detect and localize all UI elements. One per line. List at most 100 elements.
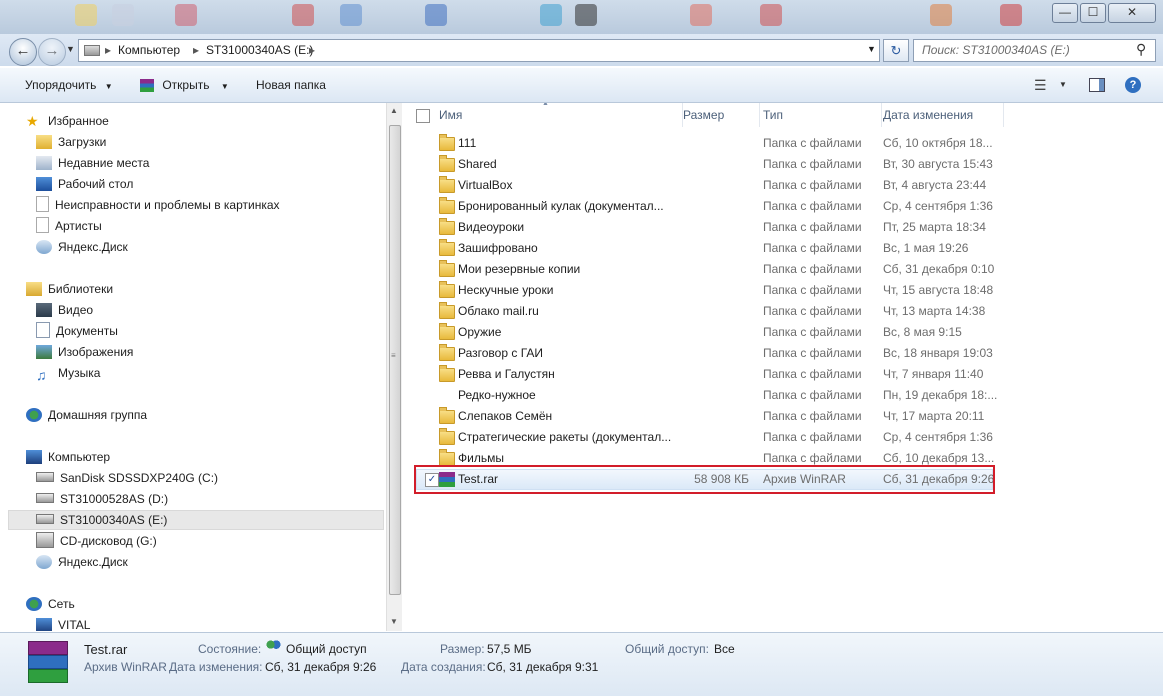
folder-icon — [439, 428, 455, 445]
selection-highlight-box — [414, 465, 995, 494]
file-name: Ревва и Галустян — [458, 367, 555, 381]
yandex-disk-icon — [36, 240, 52, 254]
column-header-type[interactable]: Тип — [757, 103, 882, 127]
homegroup-icon — [26, 408, 42, 422]
address-bar: ← → ▼ ▸ Компьютер ▸ ST31000340AS (E:) ▸ … — [0, 34, 1163, 66]
breadcrumb-drive[interactable]: ST31000340AS (E:) — [206, 43, 313, 57]
file-row[interactable]: Стратегические ракеты (документал... Папк… — [403, 427, 1003, 448]
nav-item-drive-d[interactable]: ST31000528AS (D:) — [36, 489, 168, 509]
taskbar-app-icon — [292, 4, 314, 26]
file-row[interactable]: Редко-нужное Папка с файлами Пн, 19 декабр… — [403, 385, 1003, 406]
file-row[interactable]: Разговор с ГАИ Папка с файлами Вс, 18 янва… — [403, 343, 1003, 364]
file-row[interactable]: Видеоуроки Папка с файлами Пт, 25 марта 18… — [403, 217, 1003, 238]
file-row[interactable]: Shared Папка с файлами Вт, 30 августа 15:4… — [403, 154, 1003, 175]
file-date: Пн, 19 декабря 18:... — [883, 388, 998, 402]
file-row[interactable]: Ревва и Галустян Папка с файлами Чт, 7 янв… — [403, 364, 1003, 385]
file-row[interactable]: VirtualBox Папка с файлами Вт, 4 августа 2… — [403, 175, 1003, 196]
nav-item-downloads[interactable]: Загрузки — [36, 132, 106, 152]
scroll-down-icon[interactable]: ▼ — [390, 617, 398, 626]
nav-item-yandex-disk[interactable]: Яндекс.Диск — [36, 237, 128, 257]
column-header-size[interactable]: Размер — [677, 103, 760, 127]
minimize-button[interactable]: — — [1052, 3, 1078, 23]
taskbar-app-icon — [690, 4, 712, 26]
column-label: Размер — [683, 108, 725, 122]
open-button[interactable]: Открыть ▼ — [140, 78, 229, 92]
nav-item-music[interactable]: ♫ Музыка — [36, 363, 100, 383]
nav-computer[interactable]: Компьютер — [26, 447, 110, 467]
nav-network[interactable]: Сеть — [26, 594, 75, 614]
breadcrumb-computer[interactable]: Компьютер — [118, 43, 180, 57]
nav-item-drive-e[interactable]: ST31000340AS (E:) — [36, 510, 167, 530]
close-button[interactable]: ✕ — [1108, 3, 1156, 23]
nav-item-problems-pictures[interactable]: Неисправности и проблемы в картинках — [36, 195, 280, 215]
nav-item-artists[interactable]: Артисты — [36, 216, 102, 236]
column-header-date[interactable]: Дата изменения — [877, 103, 1004, 127]
scroll-grip-icon: ≡ — [391, 351, 396, 360]
select-all-checkbox[interactable] — [416, 109, 430, 123]
organize-label: Упорядочить — [25, 78, 97, 92]
nav-label: Библиотеки — [48, 282, 114, 296]
help-icon[interactable]: ? — [1125, 77, 1141, 93]
address-dropdown-icon[interactable]: ▼ — [867, 44, 876, 54]
nav-item-pictures[interactable]: Изображения — [36, 342, 133, 362]
details-modified-value: Сб, 31 декабря 9:26 — [265, 660, 377, 674]
nav-item-cd-drive[interactable]: CD-дисковод (G:) — [36, 531, 157, 551]
nav-item-video[interactable]: Видео — [36, 300, 93, 320]
back-button[interactable]: ← — [9, 38, 37, 66]
nav-label: Избранное — [48, 114, 109, 128]
file-row[interactable]: Бронированный кулак (документал... Папка … — [403, 196, 1003, 217]
file-row[interactable]: 111 Папка с файлами Сб, 10 октября 18... — [403, 133, 1003, 154]
file-date: Чт, 7 января 11:40 — [883, 367, 984, 381]
nav-item-documents[interactable]: Документы — [36, 321, 118, 341]
preview-pane-icon[interactable] — [1089, 78, 1105, 92]
nav-item-recent-places[interactable]: Недавние места — [36, 153, 149, 173]
nav-libraries[interactable]: Библиотеки — [26, 279, 113, 299]
refresh-button[interactable]: ↻ — [883, 39, 909, 62]
address-field[interactable]: ▸ Компьютер ▸ ST31000340AS (E:) ▸ ▼ — [78, 39, 880, 62]
new-folder-button[interactable]: Новая папка — [256, 78, 326, 92]
nav-label: CD-дисковод (G:) — [60, 534, 157, 548]
file-date: Вс, 1 мая 19:26 — [883, 241, 969, 255]
nav-item-yandex-disk-computer[interactable]: Яндекс.Диск — [36, 552, 128, 572]
file-row[interactable]: Мои резервные копии Папка с файлами Сб, 31… — [403, 259, 1003, 280]
navigation-scrollbar[interactable]: ▲ ≡ ▼ — [386, 103, 402, 631]
folder-icon — [439, 134, 455, 151]
scroll-up-icon[interactable]: ▲ — [390, 106, 398, 115]
search-input[interactable]: Поиск: ST31000340AS (E:) ⚲ — [913, 39, 1156, 62]
nav-item-vital[interactable]: VITAL — [36, 615, 90, 631]
details-created-value: Сб, 31 декабря 9:31 — [487, 660, 599, 674]
nav-homegroup[interactable]: Домашняя группа — [26, 405, 147, 425]
chevron-down-icon[interactable]: ▼ — [1059, 80, 1067, 89]
maximize-button[interactable]: ☐ — [1080, 3, 1106, 23]
nav-label: Видео — [58, 303, 94, 317]
chevron-down-icon: ▼ — [104, 82, 113, 91]
file-type: Папка с файлами — [763, 157, 862, 171]
nav-item-desktop[interactable]: Рабочий стол — [36, 174, 133, 194]
file-type: Папка с файлами — [763, 367, 862, 381]
search-icon[interactable]: ⚲ — [1136, 41, 1146, 58]
view-options-icon[interactable]: ☰ — [1034, 77, 1047, 94]
file-row[interactable]: Оружие Папка с файлами Вс, 8 мая 9:15 — [403, 322, 1003, 343]
file-name: Оружие — [458, 325, 502, 339]
file-type: Папка с файлами — [763, 346, 862, 360]
details-state-value: Общий доступ — [286, 642, 367, 656]
organize-button[interactable]: Упорядочить ▼ — [25, 78, 113, 92]
column-header-bar: Имя ▲ Размер Тип Дата изменения — [403, 103, 1004, 127]
file-row[interactable]: Слепаков Семён Папка с файлами Чт, 17 март… — [403, 406, 1003, 427]
star-icon: ★ — [26, 113, 39, 129]
taskbar-app-icon — [340, 4, 362, 26]
file-type: Папка с файлами — [763, 199, 862, 213]
nav-favorites[interactable]: ★ Избранное — [26, 111, 109, 131]
drive-icon — [36, 472, 54, 482]
file-row[interactable]: Зашифровано Папка с файлами Вс, 1 мая 19:2… — [403, 238, 1003, 259]
recent-pages-dropdown-icon[interactable]: ▼ — [66, 44, 75, 54]
video-icon — [36, 303, 52, 317]
file-row[interactable]: Облако mail.ru Папка с файлами Чт, 13 март… — [403, 301, 1003, 322]
forward-button[interactable]: → — [38, 38, 66, 66]
file-type: Папка с файлами — [763, 283, 862, 297]
file-date: Чт, 13 марта 14:38 — [883, 304, 986, 318]
column-header-name[interactable]: Имя — [433, 103, 683, 127]
nav-item-drive-c[interactable]: SanDisk SDSSDXP240G (C:) — [36, 468, 218, 488]
scrollbar-thumb[interactable] — [389, 125, 401, 595]
file-row[interactable]: Нескучные уроки Папка с файлами Чт, 15 авг… — [403, 280, 1003, 301]
